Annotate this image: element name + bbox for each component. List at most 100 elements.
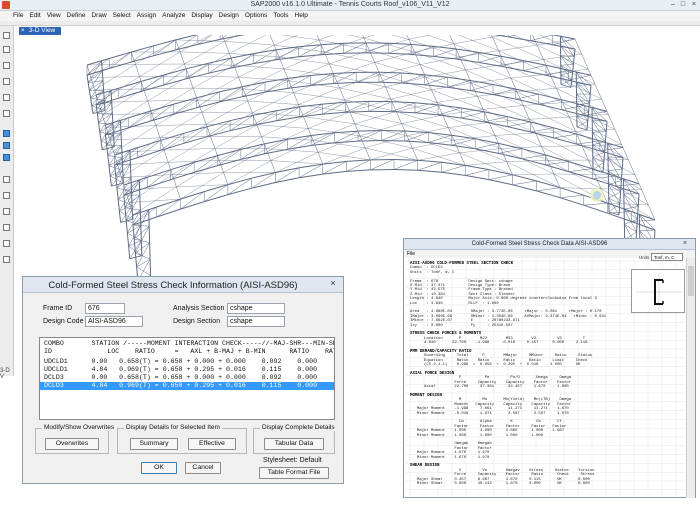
cancel-button[interactable]: Cancel [185,462,221,474]
frame-member [478,51,502,57]
view-tab-3d[interactable]: × 3-D View [19,27,61,35]
frame-member [465,174,489,181]
selected-member-marker [590,188,604,202]
ok-button[interactable]: OK [141,462,177,474]
select-previous-icon[interactable] [3,142,10,149]
pointer-tool-icon[interactable] [3,32,10,39]
frame-member [608,114,616,130]
snap-midpoint-icon[interactable] [3,208,10,215]
frame-member [424,84,448,88]
detail-vertical-scrollbar[interactable] [686,258,695,498]
frame-member [273,45,280,58]
menu-tools[interactable]: Tools [273,11,288,21]
frame-member [229,124,254,132]
frame-member [553,137,577,145]
tabular-data-button[interactable]: Tabular Data [264,438,324,450]
frame-member [173,107,197,115]
frame-member [160,142,185,151]
frame-member [323,51,330,64]
menu-edit[interactable]: Edit [29,11,40,21]
design-section-field: cshape [227,316,285,327]
display-details-group-label: Display Details for Selected Item [124,424,222,431]
frame-member [173,97,197,105]
snap-lines-icon[interactable] [3,256,10,263]
frame-member [408,39,415,53]
frame-member [453,36,493,44]
menu-select[interactable]: Select [113,11,131,21]
frame-member [378,81,402,84]
report-line: (C5.2.1-1) 0.969 = 0.658 + 0.295 + 0.016… [410,363,581,368]
snap-intersection-icon[interactable] [3,224,10,231]
frame-member [641,189,649,206]
frame-member [576,126,588,131]
snap-perpendicular-icon[interactable] [3,240,10,247]
draw-joint-icon[interactable] [3,62,10,69]
frame-member [118,81,142,99]
frame-member [317,152,371,161]
effective-button[interactable]: Effective [188,438,236,450]
frame-member [459,50,499,58]
report-line: IMinor : 7.662E-07 E : 20760233.971 [410,319,520,324]
frame-member [307,128,314,141]
stress-dialog-title: Cold-Formed Steel Stress Check Informati… [48,280,298,291]
table-header-2: ID LOC RATIO = AXL + B-MAJ + B-MIN RATIO… [44,348,335,355]
stress-dialog-close-icon[interactable]: × [327,278,339,289]
menu-file[interactable]: File [13,11,23,21]
menu-analyze[interactable]: Analyze [162,11,185,21]
select-all-icon[interactable] [3,130,10,137]
detail-units-select[interactable]: Tonf, m, C [651,253,683,261]
detail-close-icon[interactable]: × [679,239,691,250]
stress-results-table[interactable]: COMBO STATION /-----MOMENT INTERACTION C… [39,337,335,420]
menu-options[interactable]: Options [245,11,267,21]
close-icon[interactable]: × [689,1,699,9]
frame-member [293,92,299,105]
frame-member [492,84,516,90]
frame-member [461,111,485,119]
draw-cable-icon[interactable] [3,94,10,101]
frame-member [123,177,148,196]
menu-assign[interactable]: Assign [137,11,157,21]
report-line: Omegab Omegab [410,442,492,447]
menu-draw[interactable]: Draw [91,11,106,21]
frame-member [217,149,242,166]
frame-member [349,111,356,124]
table-row[interactable]: DCLD3 0.00 0.658(T) = 0.658 + 0.000 + 0.… [40,374,334,382]
clear-selection-icon[interactable] [3,154,10,161]
frame-member [247,100,253,113]
draw-frame-icon[interactable] [3,78,10,85]
menu-define[interactable]: Define [67,11,86,21]
report-line: STRESS CHECK FORCES & MOMENTS [410,332,482,337]
frame-member [494,135,548,161]
view-close-icon[interactable]: × [21,27,25,35]
frame-member [156,208,181,218]
snap-joints-icon[interactable] [3,192,10,199]
menu-view[interactable]: View [47,11,61,21]
table-format-file-button[interactable]: Table Format File [259,467,329,479]
intersect-icon[interactable] [3,176,10,183]
table-row[interactable]: UDCLD1 0.00 0.658(T) = 0.658 + 0.000 + 0… [40,358,334,366]
frame-member [270,160,276,173]
frame-member [576,93,589,113]
frame-member [461,117,485,123]
menu-display[interactable]: Display [191,11,212,21]
reshape-tool-icon[interactable] [3,46,10,53]
stylesheet-label: Stylesheet: Default [263,457,322,464]
table-row-selected[interactable]: DCLD3 4.84 0.969(T) = 0.658 + 0.295 + 0.… [40,382,334,390]
detail-scroll-thumb[interactable] [688,266,694,296]
menu-help[interactable]: Help [295,11,308,21]
frame-member [390,98,397,112]
table-row[interactable]: UDCLD1 4.84 0.969(T) = 0.658 + 0.295 + 0… [40,366,334,374]
frame-member [607,203,649,206]
frame-member [465,64,505,71]
overwrites-button[interactable]: Overwrites [45,438,99,450]
frame-member [287,75,311,79]
menu-design[interactable]: Design [219,11,239,21]
draw-area-icon[interactable] [3,110,10,117]
frame-member [614,129,622,145]
maximize-icon[interactable]: □ [678,1,688,9]
frame-member [135,64,140,77]
frame-member [500,65,524,72]
frame-member [183,136,208,144]
summary-button[interactable]: Summary [130,438,178,450]
minimize-icon[interactable]: – [668,1,678,9]
